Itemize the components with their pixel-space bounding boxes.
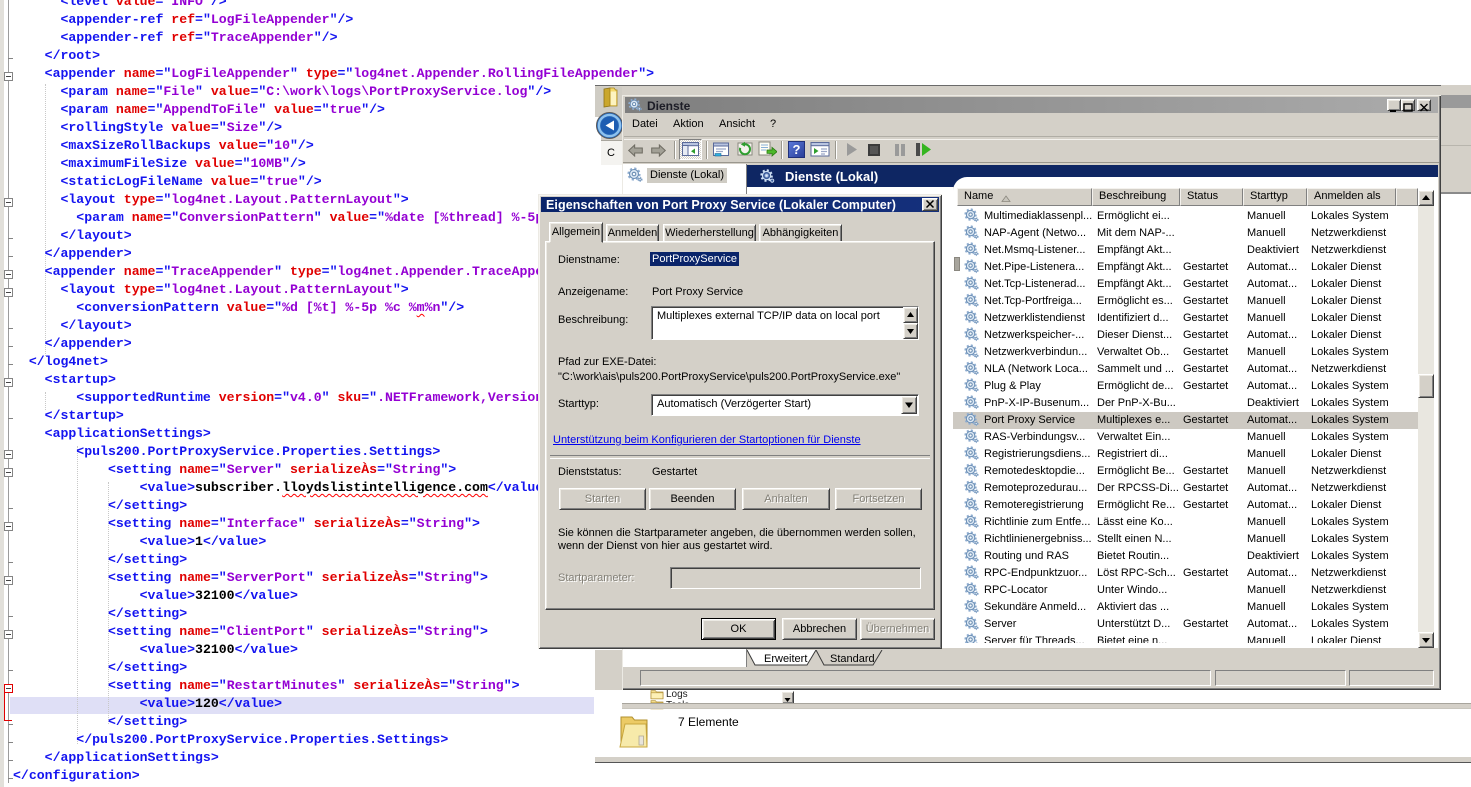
svg-text:Standard: Standard (830, 653, 875, 665)
svg-text:Erweitert: Erweitert (764, 653, 807, 665)
